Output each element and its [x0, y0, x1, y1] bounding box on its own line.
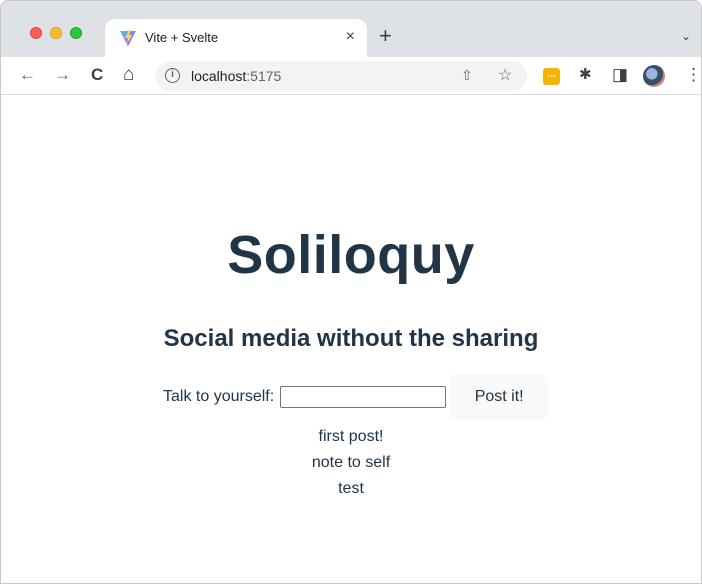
- post-list: first post! note to self test: [1, 424, 701, 502]
- list-item: test: [338, 480, 364, 497]
- tab-strip: Vite + Svelte × + ⌄: [1, 1, 701, 57]
- app-subtitle: Social media without the sharing: [163, 325, 539, 352]
- side-panel-icon[interactable]: ◨: [612, 65, 628, 85]
- back-icon[interactable]: ←: [19, 65, 36, 85]
- url-host: localhost: [191, 68, 247, 84]
- app-title: Soliloquy: [227, 225, 475, 285]
- close-tab-icon[interactable]: ×: [346, 27, 355, 47]
- page-content: Soliloquy Social media without the shari…: [1, 96, 701, 583]
- extension-icon[interactable]: ...: [543, 68, 560, 85]
- tab-vite-svelte[interactable]: Vite + Svelte ×: [105, 19, 367, 57]
- post-form: Talk to yourself: Post it!: [163, 374, 549, 420]
- browser-toolbar: ← → C ⌂ i localhost:5175 ⇧ ☆ ✱ ◨ ⋮: [1, 57, 701, 95]
- reload-icon[interactable]: C: [91, 65, 103, 85]
- post-input-label: Talk to yourself:: [163, 388, 275, 405]
- vite-logo-icon: [120, 30, 136, 46]
- new-tab-button[interactable]: +: [379, 25, 392, 47]
- browser-menu-icon[interactable]: ⋮: [685, 65, 701, 85]
- maximize-window-button[interactable]: [70, 27, 82, 39]
- list-item: note to self: [311, 454, 391, 471]
- browser-window: Vite + Svelte × + ⌄ ← → C ⌂ i localhost:…: [0, 0, 702, 584]
- url-port: :5175: [246, 68, 282, 84]
- url-text[interactable]: localhost:5175: [191, 68, 281, 84]
- post-input[interactable]: [280, 386, 447, 408]
- extensions-puzzle-icon[interactable]: ✱: [579, 65, 592, 85]
- post-button[interactable]: Post it!: [450, 374, 549, 420]
- forward-icon[interactable]: →: [54, 65, 71, 85]
- home-icon[interactable]: ⌂: [123, 65, 134, 85]
- close-window-button[interactable]: [30, 27, 42, 39]
- address-bar[interactable]: i localhost:5175 ⇧ ☆: [155, 61, 527, 91]
- tab-search-icon[interactable]: ⌄: [681, 29, 691, 43]
- bookmark-star-icon[interactable]: ☆: [498, 65, 512, 85]
- share-icon[interactable]: ⇧: [461, 67, 473, 84]
- list-item: first post!: [318, 428, 384, 445]
- profile-avatar[interactable]: [643, 65, 665, 87]
- site-info-icon[interactable]: i: [165, 68, 180, 83]
- minimize-window-button[interactable]: [50, 27, 62, 39]
- tab-title: Vite + Svelte: [145, 30, 219, 45]
